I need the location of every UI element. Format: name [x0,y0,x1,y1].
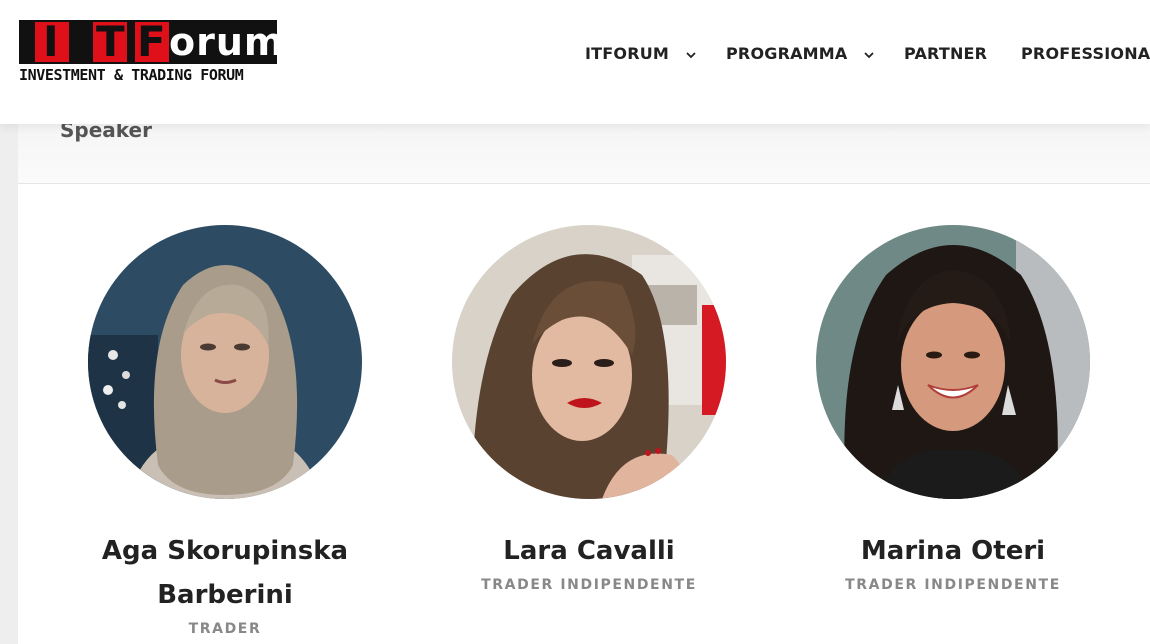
logo-letter-i: I [43,17,60,66]
speaker-role: TRADER INDIPENDENTE [481,577,697,593]
page-title-band: Speaker [18,118,1150,184]
nav-professional-label: PROFESSIONAL [1021,44,1150,63]
logo-letter-t: T [96,17,126,66]
speaker-photo-illustration [816,225,1090,499]
logo-word-orum: orum [169,20,285,64]
speaker-role: TRADER [188,621,262,637]
speaker-photo[interactable] [88,225,362,499]
speaker-name-line1: Marina Oteri [860,536,1046,566]
nav-partner[interactable]: PARTNER [904,44,987,63]
nav-itforum-label: ITFORUM [585,44,670,63]
speaker-photo-illustration [88,225,362,499]
speaker-card[interactable]: Lara Cavalli TRADER INDIPENDENTE [452,225,726,593]
speaker-photo-illustration [452,225,726,499]
nav-partner-label: PARTNER [904,44,988,63]
speaker-name[interactable]: Marina Oteri [816,529,1090,573]
speaker-photo[interactable] [452,225,726,499]
logo-tagline: INVESTMENT & TRADING FORUM [19,66,244,84]
chevron-down-icon [686,51,696,58]
nav-programma-label: PROGRAMMA [726,44,848,63]
speaker-name-line1: Aga Skorupinska [101,536,349,566]
speaker-card[interactable]: Marina Oteri TRADER INDIPENDENTE [816,225,1090,593]
speaker-photo[interactable] [816,225,1090,499]
nav-itforum[interactable]: ITFORUM [585,44,697,63]
speaker-card[interactable]: Aga Skorupinska Barberini TRADER [88,225,362,637]
itforum-logo[interactable]: I T F orum INVESTMENT & TRADING FORUM [19,17,284,84]
site-header: I T F orum INVESTMENT & TRADING FORUM IT… [0,0,1150,124]
page-left-margin [0,124,18,644]
speaker-name[interactable]: Aga Skorupinska Barberini [88,529,362,617]
chevron-down-icon [864,51,874,58]
speaker-role: TRADER INDIPENDENTE [845,577,1061,593]
logo-letter-f: F [137,17,167,66]
speaker-name-line2: Barberini [157,580,293,610]
nav-programma[interactable]: PROGRAMMA [726,44,875,63]
nav-professional[interactable]: PROFESSIONAL [1021,44,1150,63]
speaker-name-line1: Lara Cavalli [503,536,675,566]
speaker-name[interactable]: Lara Cavalli [452,529,726,573]
